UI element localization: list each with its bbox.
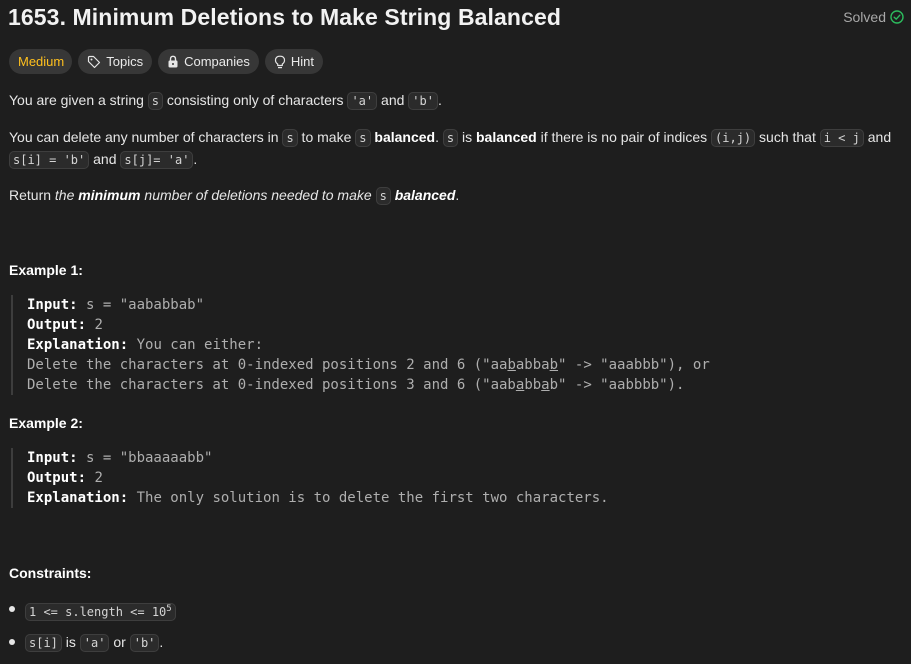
- difficulty-badge: Medium: [9, 49, 73, 74]
- description-paragraph-1: You are given a string s consisting only…: [9, 92, 442, 110]
- solved-status: Solved: [843, 9, 904, 25]
- example-1-block: Input: s = "aababbab" Output: 2 Explanat…: [11, 295, 710, 395]
- description-paragraph-3: Return the minimum number of deletions n…: [9, 187, 460, 205]
- list-item: s[i] is 'a' or 'b'.: [9, 631, 176, 664]
- hint-label: Hint: [290, 54, 314, 69]
- tag-bar: Medium Topics Companies Hint: [9, 49, 323, 74]
- hint-button[interactable]: Hint: [264, 49, 323, 74]
- example-1-heading: Example 1:: [9, 262, 83, 278]
- lightbulb-icon: [274, 55, 285, 68]
- problem-title: 1653. Minimum Deletions to Make String B…: [8, 4, 562, 30]
- list-item: 1 <= s.length <= 105: [9, 598, 176, 631]
- topics-label: Topics: [106, 54, 144, 69]
- lock-icon: [168, 55, 178, 68]
- bullet: [9, 639, 15, 645]
- topics-button[interactable]: Topics: [78, 49, 153, 74]
- constraints-heading: Constraints:: [9, 565, 92, 581]
- companies-label: Companies: [184, 54, 250, 69]
- example-2-block: Input: s = "bbaaaaabb" Output: 2 Explana…: [11, 448, 609, 508]
- check-circle-icon: [890, 10, 904, 24]
- difficulty-label: Medium: [18, 54, 65, 69]
- tag-icon: [88, 55, 101, 68]
- constraints-list: 1 <= s.length <= 105 s[i] is 'a' or 'b'.: [9, 598, 176, 664]
- bullet: [9, 606, 15, 612]
- companies-button[interactable]: Companies: [158, 49, 259, 74]
- example-2-heading: Example 2:: [9, 415, 83, 431]
- solved-label: Solved: [843, 9, 886, 25]
- description-paragraph-2: You can delete any number of characters …: [9, 129, 892, 169]
